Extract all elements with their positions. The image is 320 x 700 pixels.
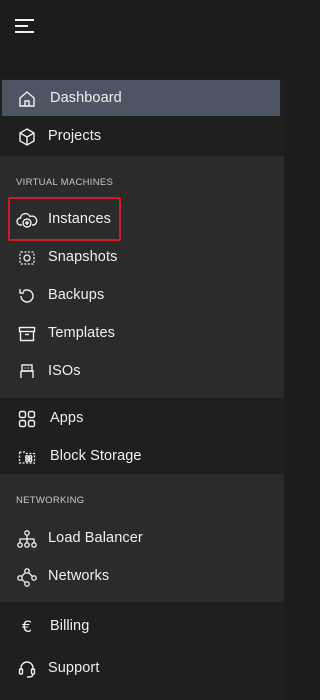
account-section: € Billing Support — [0, 602, 284, 700]
apps-storage-section: Apps Block Storage — [0, 398, 284, 474]
hamburger-icon[interactable] — [14, 16, 38, 36]
storage-folder-icon — [16, 446, 38, 468]
sidebar-item-instances[interactable]: Instances — [0, 201, 284, 237]
sidebar-item-label: Dashboard — [50, 90, 122, 106]
headset-icon — [16, 658, 38, 680]
hierarchy-icon — [16, 528, 38, 550]
sidebar-item-projects[interactable]: Projects — [0, 118, 284, 154]
grid-icon — [16, 408, 38, 430]
network-icon — [16, 566, 38, 588]
main-nav-section: Dashboard Projects — [0, 78, 284, 156]
virtual-machines-header: VIRTUAL MACHINES — [16, 177, 114, 188]
sidebar-item-support[interactable]: Support — [0, 650, 284, 686]
sidebar-item-isos[interactable]: ISOs — [0, 353, 284, 389]
sidebar-item-label: Billing — [50, 618, 90, 634]
sidebar-item-label: Snapshots — [48, 249, 118, 265]
history-icon — [16, 285, 38, 307]
snapshot-icon — [16, 247, 38, 269]
sidebar-item-templates[interactable]: Templates — [0, 315, 284, 351]
sidebar-item-label: Load Balancer — [48, 530, 143, 546]
networking-section: NETWORKING Load Balancer Networks — [0, 474, 284, 602]
sidebar-item-label: ISOs — [48, 363, 81, 379]
sidebar-item-label: Apps — [50, 410, 84, 426]
sidebar-item-load-balancer[interactable]: Load Balancer — [0, 520, 284, 556]
sidebar-item-snapshots[interactable]: Snapshots — [0, 239, 284, 275]
sidebar-item-label: Instances — [48, 211, 111, 227]
home-icon — [16, 88, 38, 110]
sidebar-item-label: Block Storage — [50, 448, 142, 464]
usb-icon — [16, 361, 38, 383]
sidebar-item-block-storage[interactable]: Block Storage — [0, 438, 284, 474]
networking-header: NETWORKING — [16, 495, 85, 506]
sidebar-item-dashboard[interactable]: Dashboard — [2, 80, 280, 116]
cloud-plus-icon — [16, 209, 38, 231]
sidebar-item-label: Templates — [48, 325, 115, 341]
sidebar-item-label: Support — [48, 660, 100, 676]
sidebar-item-label: Networks — [48, 568, 110, 584]
sidebar-item-label: Projects — [48, 128, 102, 144]
sidebar-item-billing[interactable]: € Billing — [0, 608, 284, 644]
top-bar — [0, 0, 284, 56]
sidebar-item-networks[interactable]: Networks — [0, 558, 284, 594]
euro-icon: € — [16, 616, 38, 638]
archive-icon — [16, 323, 38, 345]
cube-icon — [16, 126, 38, 148]
sidebar-item-apps[interactable]: Apps — [0, 400, 284, 436]
sidebar-item-backups[interactable]: Backups — [0, 277, 284, 313]
virtual-machines-section: VIRTUAL MACHINES Instances Snapshots Bac… — [0, 156, 284, 398]
sidebar-item-label: Backups — [48, 287, 105, 303]
svg-text:€: € — [22, 617, 32, 636]
